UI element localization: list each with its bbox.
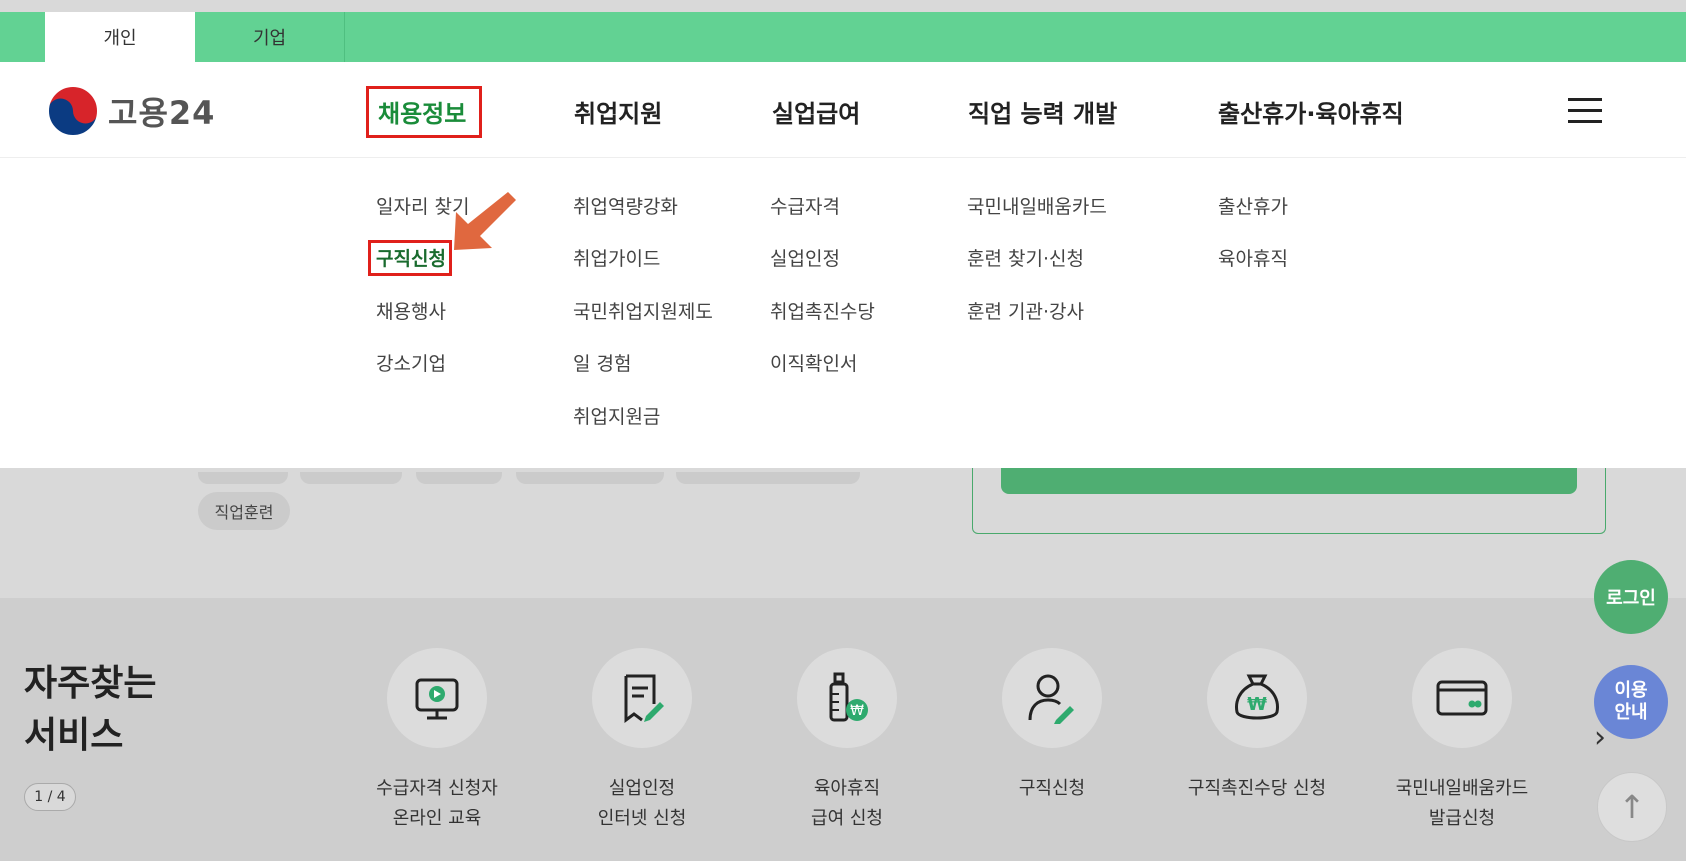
svg-text:₩: ₩ [850, 703, 864, 719]
chip[interactable] [198, 472, 288, 484]
service-label: 구직신청 [1018, 778, 1086, 799]
floating-login-button[interactable]: 로그인 [1594, 560, 1668, 634]
tab-business[interactable]: 기업 [195, 12, 345, 62]
service-item[interactable]: ₩ 육아휴직 급여 신청 [747, 648, 947, 834]
nav-unemployment-benefits[interactable]: 실업급여 [772, 94, 860, 129]
tab-personal[interactable]: 개인 [45, 12, 195, 62]
chip[interactable] [676, 472, 860, 484]
service-icon-circle: ₩ [797, 648, 897, 748]
menu-item-maternity-leave[interactable]: 출산휴가 [1218, 192, 1288, 219]
menu-item-training-search[interactable]: 훈련 찾기·신청 [967, 244, 1084, 271]
menu-item-certification[interactable]: 실업인정 [770, 244, 840, 271]
pointer-arrow-icon [454, 192, 516, 250]
nav-job-info-highlight-box [366, 86, 482, 138]
login-panel [972, 468, 1606, 534]
service-label: 구직촉진수당 신청 [1187, 778, 1327, 799]
mega-menu-dropdown: 일자리 찾기 구직신청 채용행사 강소기업 취업역량강화 취업가이드 국민취업지… [0, 158, 1686, 468]
service-item[interactable]: 국민내일배움카드 발급신청 [1362, 648, 1562, 834]
menu-item-separation-confirm[interactable]: 이직확인서 [770, 349, 857, 376]
service-icon-circle [592, 648, 692, 748]
service-item[interactable]: 수급자격 신청자 온라인 교육 [337, 648, 537, 834]
menu-item-promotion-allowance[interactable]: 취업촉진수당 [770, 297, 875, 324]
chip[interactable] [300, 472, 402, 484]
section-title: 자주찾는 서비스 [24, 663, 157, 756]
service-label: 실업인정 인터넷 신청 [597, 778, 687, 829]
menu-item-learning-card[interactable]: 국민내일배움카드 [967, 192, 1107, 219]
service-label: 수급자격 신청자 온라인 교육 [376, 778, 498, 829]
menu-item-job-fair[interactable]: 채용행사 [376, 297, 446, 324]
service-icon-circle: ₩ [1207, 648, 1307, 748]
chip-vocational-training[interactable]: 직업훈련 [198, 492, 290, 530]
service-item[interactable]: 실업인정 인터넷 신청 [542, 648, 742, 834]
service-item[interactable]: 구직신청 [952, 648, 1152, 804]
card-icon [1436, 680, 1488, 716]
site-logo[interactable]: 고용24 [46, 84, 215, 138]
service-icon-circle [1002, 648, 1102, 748]
user-type-tabs: 개인 기업 [0, 12, 1686, 62]
baby-bottle-won-icon: ₩ [829, 672, 868, 722]
scroll-top-icon[interactable]: ↑ [1597, 772, 1667, 842]
logo-text: 고용24 [108, 94, 216, 132]
chip[interactable] [516, 472, 664, 484]
menu-item-small-giant[interactable]: 강소기업 [376, 349, 446, 376]
floating-guide-button[interactable]: 이용 안내 [1594, 665, 1668, 739]
taegeuk-logo-icon [47, 85, 99, 137]
nav-employment-support[interactable]: 취업지원 [574, 94, 662, 129]
login-panel-button[interactable] [1001, 468, 1577, 494]
chip[interactable] [416, 472, 502, 484]
menu-item-subsidy[interactable]: 취업지원금 [573, 402, 660, 429]
money-bag-won-icon: ₩ [1235, 674, 1279, 720]
site-header: 고용24 채용정보 취업지원 실업급여 직업 능력 개발 출산휴가·육아휴직 [0, 62, 1686, 158]
service-label: 육아휴직 급여 신청 [811, 778, 883, 829]
frequent-services-section: 자주찾는 서비스 1 / 4 수급자격 신청자 온라인 교육 실업인정 인터넷 … [0, 598, 1686, 861]
job-application-highlight-box [368, 240, 452, 276]
menu-item-guide[interactable]: 취업가이드 [573, 244, 660, 271]
menu-item-eligibility[interactable]: 수급자격 [770, 192, 840, 219]
menu-item-childcare-leave[interactable]: 육아휴직 [1218, 244, 1288, 271]
menu-item-competency[interactable]: 취업역량강화 [573, 192, 678, 219]
hamburger-menu-icon[interactable] [1568, 98, 1602, 124]
monitor-play-icon [415, 678, 459, 720]
person-edit-icon [1028, 674, 1074, 724]
service-label: 국민내일배움카드 발급신청 [1395, 778, 1529, 829]
service-icon-circle [1412, 648, 1512, 748]
svg-text:₩: ₩ [1247, 694, 1267, 715]
service-icon-circle [387, 648, 487, 748]
document-edit-icon [624, 674, 664, 723]
nav-job-skills[interactable]: 직업 능력 개발 [968, 94, 1117, 129]
menu-item-national-support[interactable]: 국민취업지원제도 [573, 297, 713, 324]
menu-item-training-institutes[interactable]: 훈련 기관·강사 [967, 297, 1084, 324]
service-item[interactable]: ₩ 구직촉진수당 신청 [1157, 648, 1357, 804]
menu-item-work-experience[interactable]: 일 경험 [573, 349, 631, 376]
nav-maternity-childcare[interactable]: 출산휴가·육아휴직 [1218, 94, 1404, 129]
pagination-indicator: 1 / 4 [24, 783, 76, 811]
